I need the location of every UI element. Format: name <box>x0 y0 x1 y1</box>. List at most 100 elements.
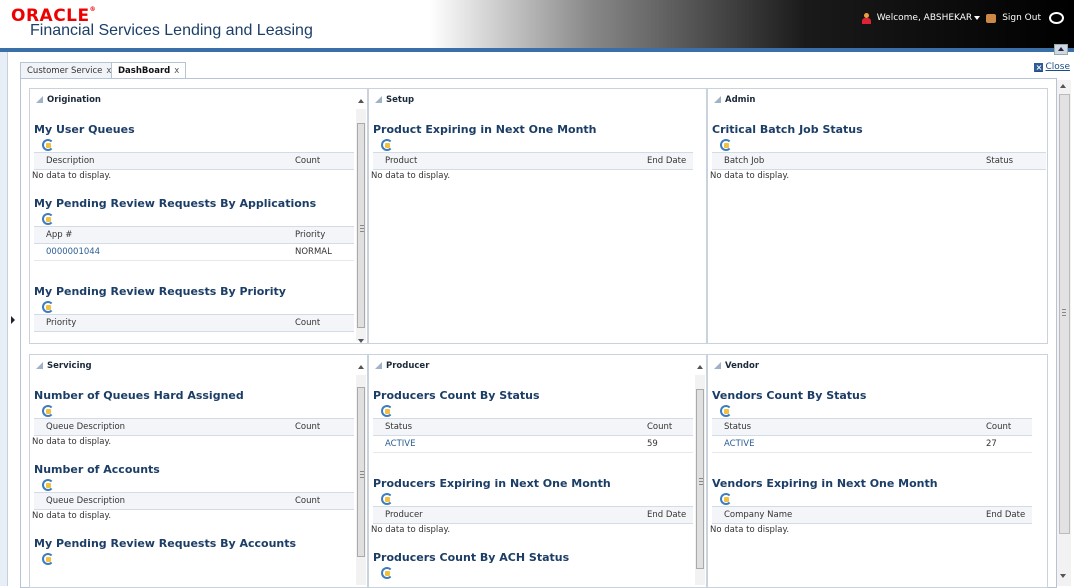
user-area: Welcome, ABSHEKAR Sign Out <box>861 12 1064 24</box>
refresh-icon[interactable] <box>381 139 393 151</box>
column-header[interactable]: Priority <box>283 226 354 244</box>
table-cell[interactable]: ACTIVE <box>373 435 635 453</box>
scroll-down-icon[interactable] <box>1060 574 1066 578</box>
panel-title[interactable]: Setup <box>375 95 414 105</box>
refresh-icon[interactable] <box>720 493 732 505</box>
empty-message: No data to display. <box>32 511 112 521</box>
panel-origination: Origination My User Queues Description Coun… <box>29 88 368 344</box>
column-header[interactable]: Count <box>635 418 693 436</box>
panel-scrollbar[interactable] <box>356 99 366 343</box>
column-header[interactable]: Status <box>974 152 1046 170</box>
close-button[interactable]: × Close <box>1034 62 1070 72</box>
column-header[interactable]: Producer <box>373 506 635 524</box>
panel-title[interactable]: Producer <box>375 361 429 371</box>
refresh-icon[interactable] <box>381 567 393 579</box>
table-header-row: Status Count <box>712 418 1032 436</box>
panel-scroll-thumb[interactable] <box>696 389 704 569</box>
table-header-row: Priority Count <box>34 314 354 332</box>
section-title: My Pending Review Requests By Priority <box>34 285 286 298</box>
scroll-down-icon[interactable] <box>358 339 364 343</box>
data-table: Status Count ACTIVE 27 <box>712 418 1032 453</box>
column-header[interactable]: Description <box>34 152 283 170</box>
refresh-icon[interactable] <box>42 405 54 417</box>
refresh-icon[interactable] <box>42 139 54 151</box>
tab-customer-service[interactable]: Customer Service x <box>20 62 119 79</box>
welcome-menu[interactable]: Welcome, ABSHEKAR <box>876 13 981 23</box>
main-scrollbar[interactable] <box>1057 80 1071 586</box>
refresh-icon[interactable] <box>42 553 54 565</box>
column-header[interactable]: Company Name <box>712 506 974 524</box>
panel-scroll-thumb[interactable] <box>357 387 365 557</box>
tab-label: Customer Service <box>27 66 103 76</box>
section-title: Number of Accounts <box>34 463 160 476</box>
column-header[interactable]: Status <box>373 418 635 436</box>
scroll-up-icon[interactable] <box>1060 84 1066 88</box>
column-header[interactable]: Product <box>373 152 635 170</box>
grip-icon <box>360 471 364 478</box>
welcome-text: Welcome, ABSHEKAR <box>876 13 973 23</box>
panel-setup: Setup Product Expiring in Next One Month P… <box>368 88 707 344</box>
table-cell[interactable]: ACTIVE <box>712 435 974 453</box>
refresh-icon[interactable] <box>42 301 54 313</box>
scroll-up-icon[interactable] <box>358 365 364 369</box>
refresh-icon[interactable] <box>720 405 732 417</box>
panel-vendor: Vendor Vendors Count By Status Status Count… <box>707 354 1048 588</box>
panel-title[interactable]: Origination <box>36 95 101 105</box>
table-header-row: Company Name End Date <box>712 506 1032 524</box>
refresh-icon[interactable] <box>42 213 54 225</box>
panel-title[interactable]: Admin <box>714 95 756 105</box>
data-table: Batch Job Status <box>712 152 1046 170</box>
grip-icon <box>1062 309 1066 316</box>
table-header-row: Producer End Date <box>373 506 693 524</box>
table-header-row: Product End Date <box>373 152 693 170</box>
panel-scrollbar[interactable] <box>356 365 366 585</box>
collapse-header-button[interactable] <box>1054 44 1068 55</box>
refresh-icon[interactable] <box>720 139 732 151</box>
table-row[interactable]: ACTIVE 59 <box>373 435 693 453</box>
tab-bar: Customer Service x DashBoard x <box>20 60 1070 80</box>
column-header[interactable]: End Date <box>974 506 1032 524</box>
panel-scrollbar[interactable] <box>695 365 705 585</box>
column-header[interactable]: Count <box>283 418 354 436</box>
preferences-icon[interactable] <box>1049 12 1064 24</box>
table-header-row: Queue Description Count <box>34 492 354 510</box>
column-header[interactable]: Priority <box>34 314 283 332</box>
column-header[interactable]: Queue Description <box>34 492 283 510</box>
refresh-icon[interactable] <box>381 405 393 417</box>
refresh-icon[interactable] <box>42 479 54 491</box>
column-header[interactable]: Count <box>283 314 354 332</box>
panel-title[interactable]: Vendor <box>714 361 759 371</box>
expand-left-pane-icon[interactable] <box>11 316 15 324</box>
column-header[interactable]: Count <box>283 152 354 170</box>
column-header[interactable]: End Date <box>635 506 693 524</box>
panel-title[interactable]: Servicing <box>36 361 92 371</box>
signout-link[interactable]: Sign Out <box>1002 13 1041 23</box>
close-tab-icon[interactable]: x <box>174 66 179 76</box>
panel-sections: Product Expiring in Next One Month Produc… <box>369 115 706 197</box>
column-header[interactable]: End Date <box>635 152 693 170</box>
data-table: Producer End Date <box>373 506 693 524</box>
column-header[interactable]: Status <box>712 418 974 436</box>
column-header[interactable]: Batch Job <box>712 152 974 170</box>
data-table: Product End Date <box>373 152 693 170</box>
close-icon: × <box>1034 62 1044 72</box>
section-title: Vendors Count By Status <box>712 389 867 402</box>
table-header-row: Batch Job Status <box>712 152 1046 170</box>
column-header[interactable]: App # <box>34 226 283 244</box>
table-row[interactable]: ACTIVE 27 <box>712 435 1032 453</box>
scroll-up-icon[interactable] <box>697 365 703 369</box>
column-header[interactable]: Queue Description <box>34 418 283 436</box>
table-row[interactable]: 0000001044 NORMAL <box>34 243 354 261</box>
section-title: My User Queues <box>34 123 135 136</box>
user-icon <box>861 12 871 24</box>
table-cell[interactable]: 0000001044 <box>34 243 283 261</box>
data-table: Priority Count <box>34 314 354 332</box>
scroll-up-icon[interactable] <box>358 99 364 103</box>
column-header[interactable]: Count <box>283 492 354 510</box>
main-scroll-thumb[interactable] <box>1059 94 1070 534</box>
column-header[interactable]: Count <box>974 418 1032 436</box>
section-title: Vendors Expiring in Next One Month <box>712 477 938 490</box>
table-cell: 27 <box>974 435 1032 453</box>
panel-scroll-thumb[interactable] <box>357 123 365 328</box>
refresh-icon[interactable] <box>381 493 393 505</box>
